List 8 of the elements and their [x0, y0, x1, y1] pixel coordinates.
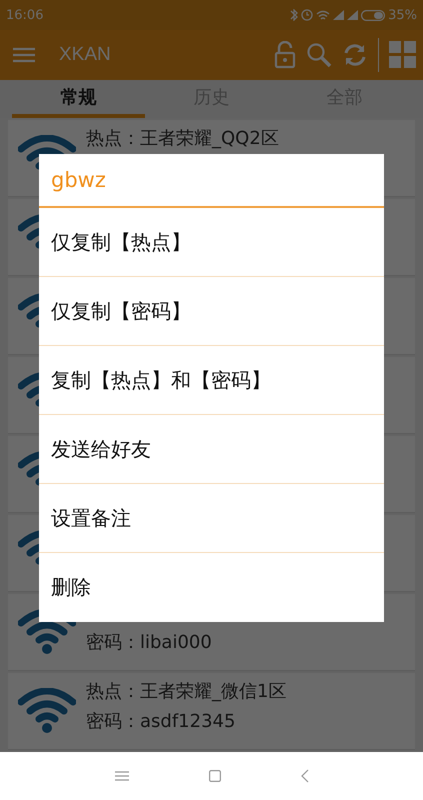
app-title: XKAN [59, 44, 111, 66]
battery-percent: 35% [388, 8, 417, 22]
hotspot-password: 密码：asdf12345 [86, 711, 236, 733]
hotspot-password: 密码：libai000 [86, 632, 212, 654]
hotspot-name: 热点：王者荣耀_QQ2区 [86, 128, 279, 150]
hotspot-name: 热点：王者荣耀_微信1区 [86, 681, 286, 703]
status-time: 16:06 [6, 8, 44, 22]
dialog-title: gbwz [51, 168, 106, 192]
